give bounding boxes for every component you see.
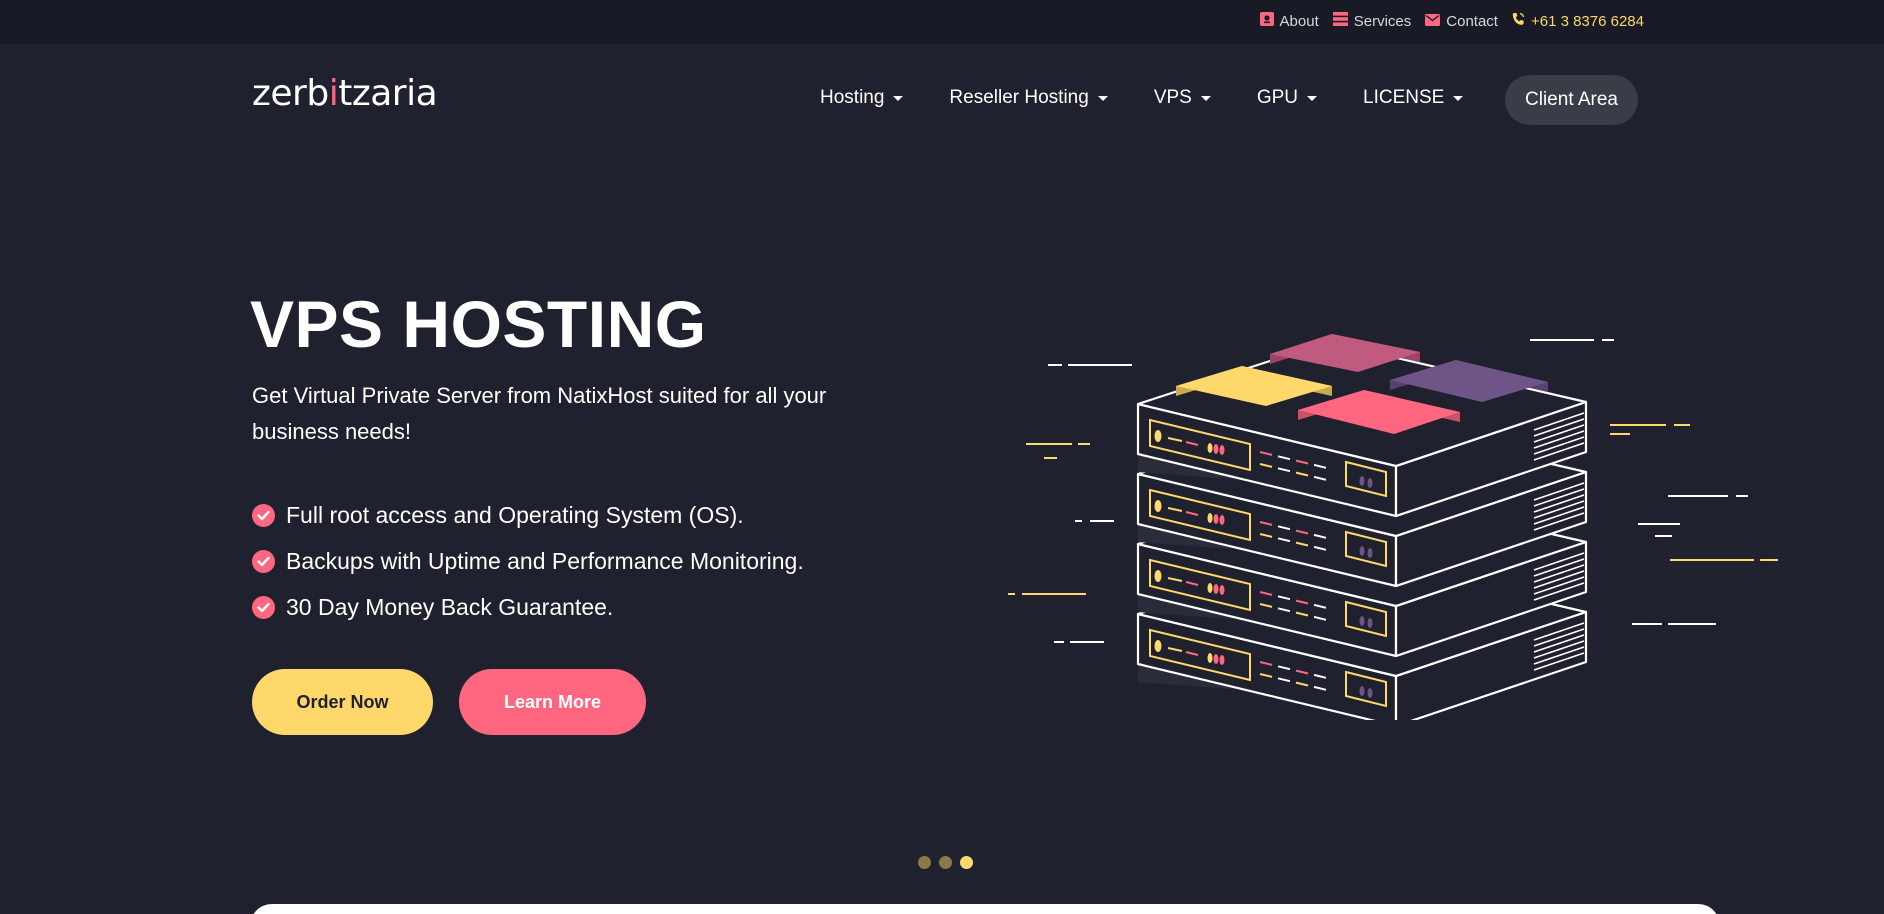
feature-item: Full root access and Operating System (O… xyxy=(252,492,804,538)
caret-down-icon xyxy=(1200,96,1211,101)
contact-link[interactable]: Contact xyxy=(1425,13,1498,30)
mail-icon xyxy=(1425,13,1441,30)
about-icon xyxy=(1259,12,1274,30)
check-circle-icon xyxy=(252,595,275,619)
server-icon xyxy=(1332,12,1348,30)
feature-item: 30 Day Money Back Guarantee. xyxy=(252,584,804,630)
slider-dot-active[interactable] xyxy=(960,856,973,869)
nav-vps-label: VPS xyxy=(1153,87,1192,108)
feature-text: Full root access and Operating System (O… xyxy=(286,501,744,528)
order-now-button[interactable]: Order Now xyxy=(252,669,433,735)
slider-dot[interactable] xyxy=(918,856,931,869)
phone-link[interactable]: +61 3 8376 6284 xyxy=(1512,12,1644,30)
caret-down-icon xyxy=(1307,96,1318,101)
feature-list: Full root access and Operating System (O… xyxy=(252,492,804,630)
nav-gpu-label: GPU xyxy=(1256,87,1299,108)
utility-links: About Services Contact +61 3 8376 6284 xyxy=(1259,0,1644,42)
logo-text-i: i xyxy=(328,73,339,114)
hero-title: VPS HOSTING xyxy=(250,287,707,361)
slider-dot[interactable] xyxy=(939,856,952,869)
main-nav: Hosting Reseller Hosting VPS GPU LICENSE xyxy=(820,80,1464,116)
about-label: About xyxy=(1279,12,1319,30)
top-utility-bar: About Services Contact +61 3 8376 6284 xyxy=(0,0,1884,44)
feature-text: Backups with Uptime and Performance Moni… xyxy=(286,547,804,574)
nav-reseller-label: Reseller Hosting xyxy=(949,87,1089,108)
phone-icon xyxy=(1512,12,1525,30)
caret-down-icon xyxy=(1097,96,1108,101)
feature-text: 30 Day Money Back Guarantee. xyxy=(286,593,614,620)
logo-text-start: zerb xyxy=(252,73,329,114)
nav-license-label: LICENSE xyxy=(1363,87,1445,108)
nav-hosting-label: Hosting xyxy=(820,87,885,108)
contact-label: Contact xyxy=(1446,12,1498,30)
phone-number: +61 3 8376 6284 xyxy=(1530,12,1644,30)
check-circle-icon xyxy=(252,503,275,527)
hero-subtitle: Get Virtual Private Server from NatixHos… xyxy=(252,383,827,444)
check-circle-icon xyxy=(252,549,275,573)
content-card-edge xyxy=(250,904,1720,914)
services-link[interactable]: Services xyxy=(1332,12,1412,30)
server-rack-illustration xyxy=(1008,334,1778,720)
logo-text-end: tzaria xyxy=(338,73,438,114)
feature-item: Backups with Uptime and Performance Moni… xyxy=(252,538,804,584)
services-label: Services xyxy=(1353,12,1412,30)
nav-license[interactable]: LICENSE xyxy=(1363,87,1464,109)
client-area-button[interactable]: Client Area xyxy=(1505,75,1638,125)
caret-down-icon xyxy=(1453,96,1464,101)
nav-vps[interactable]: VPS xyxy=(1154,87,1211,109)
slider-dots xyxy=(918,856,973,869)
nav-hosting[interactable]: Hosting xyxy=(820,87,904,109)
learn-more-button[interactable]: Learn More xyxy=(459,669,646,735)
nav-gpu[interactable]: GPU xyxy=(1256,87,1318,109)
about-link[interactable]: About xyxy=(1259,12,1319,30)
site-logo[interactable]: zerbitzaria xyxy=(252,72,438,116)
nav-reseller-hosting[interactable]: Reseller Hosting xyxy=(949,87,1108,109)
caret-down-icon xyxy=(893,96,904,101)
